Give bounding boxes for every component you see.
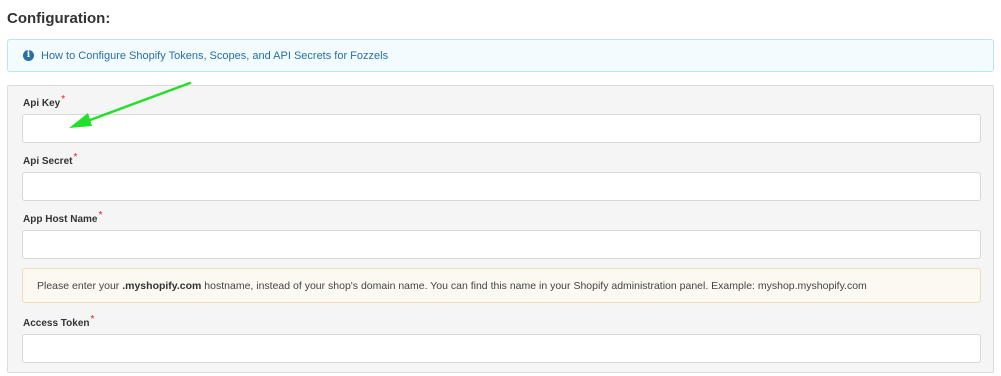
api-key-label-text: Api Key	[23, 98, 61, 109]
info-callout: i How to Configure Shopify Tokens, Scope…	[7, 39, 994, 72]
required-marker: *	[73, 152, 78, 163]
api-secret-input[interactable]	[22, 172, 981, 201]
configuration-form: Api Key* Api Secret* App Host Name* Plea…	[7, 85, 994, 373]
access-token-input[interactable]	[22, 334, 981, 363]
hint-prefix: Please enter your	[37, 279, 123, 292]
required-marker: *	[61, 94, 66, 105]
hint-suffix: hostname, instead of your shop's domain …	[201, 279, 867, 292]
help-link[interactable]: How to Configure Shopify Tokens, Scopes,…	[41, 50, 388, 62]
api-key-input[interactable]	[22, 114, 981, 143]
required-marker: *	[98, 210, 103, 221]
api-secret-label: Api Secret*	[23, 152, 77, 167]
hint-text: Please enter your .myshopify.com hostnam…	[37, 280, 867, 292]
api-key-label: Api Key*	[23, 94, 65, 109]
hint-bold: .myshopify.com	[122, 279, 202, 292]
app-host-name-label: App Host Name*	[23, 210, 102, 225]
page-title: Configuration:	[7, 10, 111, 27]
access-token-label: Access Token*	[23, 314, 94, 329]
info-circle-icon: i	[23, 50, 34, 61]
access-token-label-text: Access Token	[23, 318, 90, 329]
app-host-name-label-text: App Host Name	[23, 214, 98, 225]
app-host-name-input[interactable]	[22, 230, 981, 259]
hostname-hint: Please enter your .myshopify.com hostnam…	[22, 268, 981, 303]
api-secret-label-text: Api Secret	[23, 156, 73, 167]
required-marker: *	[90, 314, 95, 325]
